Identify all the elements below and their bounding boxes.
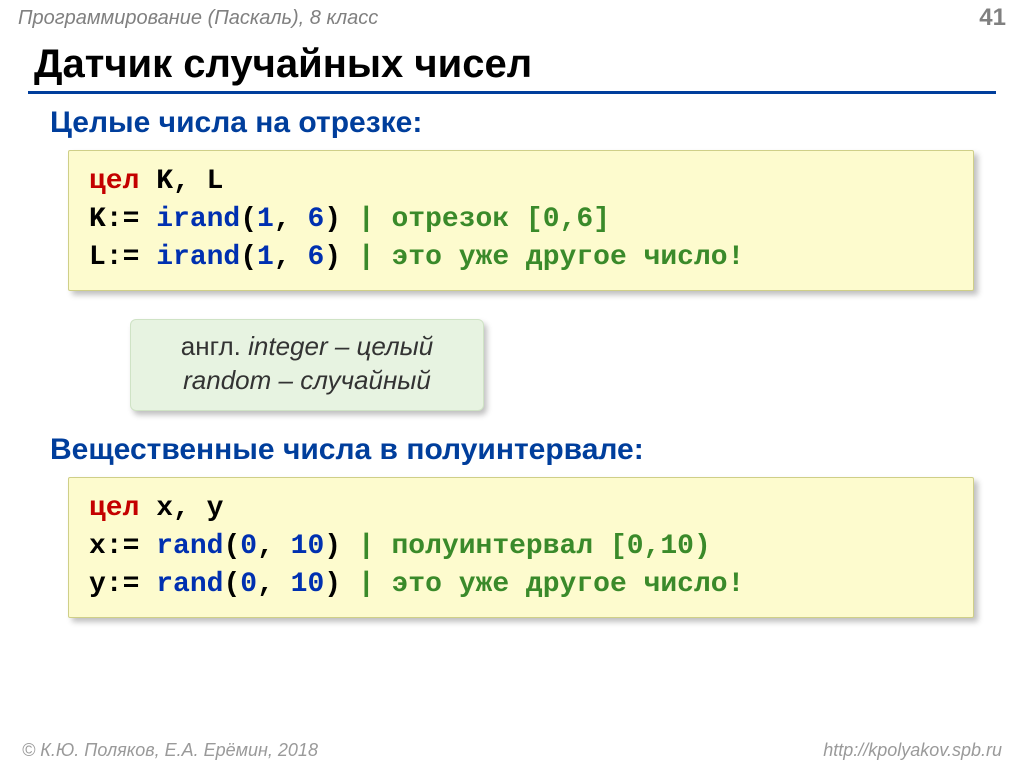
comment: | это уже другое число! xyxy=(341,242,744,273)
num: 1 xyxy=(257,204,274,235)
note-text: англ. xyxy=(181,331,248,361)
code-lhs: K:= xyxy=(89,204,156,235)
func-name: irand xyxy=(156,204,240,235)
note-italic: random xyxy=(183,365,271,395)
code-block-1: цел K, L K:= irand(1, 6) | отрезок [0,6]… xyxy=(68,150,974,291)
paren: ) xyxy=(324,242,341,273)
num: 6 xyxy=(307,242,324,273)
keyword: цел xyxy=(89,493,139,524)
note-italic: integer xyxy=(248,331,328,361)
func-name: irand xyxy=(156,242,240,273)
comma: , xyxy=(274,242,308,273)
keyword: цел xyxy=(89,166,139,197)
topbar: Программирование (Паскаль), 8 класс 41 xyxy=(0,0,1024,34)
comma: , xyxy=(257,531,291,562)
paren: ( xyxy=(240,204,257,235)
paren: ) xyxy=(324,569,341,600)
num: 1 xyxy=(257,242,274,273)
note-text: – случайный xyxy=(271,365,431,395)
num: 0 xyxy=(240,569,257,600)
footer: © К.Ю. Поляков, Е.А. Ерёмин, 2018 http:/… xyxy=(0,740,1024,761)
slide-title: Датчик случайных чисел xyxy=(34,42,1024,87)
course-label: Программирование (Паскаль), 8 класс xyxy=(18,7,378,30)
code-lhs: x:= xyxy=(89,531,156,562)
comment: | отрезок [0,6] xyxy=(341,204,610,235)
func-name: rand xyxy=(156,531,223,562)
footer-url: http://kpolyakov.spb.ru xyxy=(823,740,1002,761)
paren: ) xyxy=(324,531,341,562)
func-name: rand xyxy=(156,569,223,600)
code-lhs: L:= xyxy=(89,242,156,273)
slide: Программирование (Паскаль), 8 класс 41 Д… xyxy=(0,0,1024,767)
num: 10 xyxy=(291,569,325,600)
num: 6 xyxy=(307,204,324,235)
vars: K, L xyxy=(139,166,223,197)
note-callout: англ. integer – целый random – случайный xyxy=(130,319,484,411)
section2-heading: Вещественные числа в полуинтервале: xyxy=(50,433,1024,467)
vars: x, y xyxy=(139,493,223,524)
comma: , xyxy=(274,204,308,235)
paren: ) xyxy=(324,204,341,235)
comment: | это уже другое число! xyxy=(341,569,744,600)
copyright: © К.Ю. Поляков, Е.А. Ерёмин, 2018 xyxy=(22,740,318,761)
note-text: – целый xyxy=(328,331,434,361)
comment: | полуинтервал [0,10) xyxy=(341,531,711,562)
title-rule xyxy=(28,91,996,94)
code-block-2: цел x, y x:= rand(0, 10) | полуинтервал … xyxy=(68,477,974,618)
code-lhs: y:= xyxy=(89,569,156,600)
paren: ( xyxy=(223,531,240,562)
section1-heading: Целые числа на отрезке: xyxy=(50,106,1024,140)
num: 10 xyxy=(291,531,325,562)
paren: ( xyxy=(223,569,240,600)
num: 0 xyxy=(240,531,257,562)
page-number: 41 xyxy=(979,4,1006,32)
comma: , xyxy=(257,569,291,600)
paren: ( xyxy=(240,242,257,273)
